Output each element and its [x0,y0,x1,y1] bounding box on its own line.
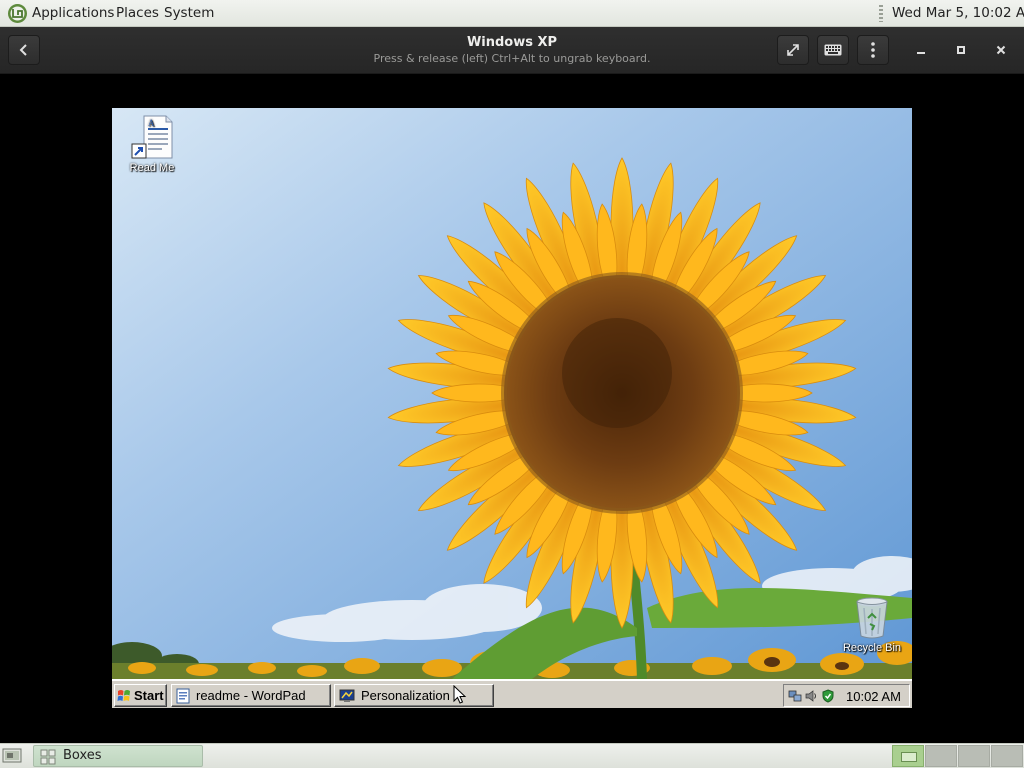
recycle-bin-icon [856,597,888,639]
workspace-window-thumb [901,752,917,762]
guest-taskbar: Start readme - WordPad Personalization 1… [112,679,912,708]
vm-display[interactable]: A Read Me Recycle Bin Start readme - Wor… [112,108,912,708]
start-label: Start [134,688,164,703]
menu-button[interactable] [857,35,889,65]
window-list-label: Boxes [63,748,102,763]
close-button[interactable] [986,35,1016,65]
show-desktop-icon[interactable] [2,747,22,765]
wordpad-icon [176,688,190,703]
top-panel: Applications Places System Wed Mar 5, 10… [0,0,1024,27]
distro-logo-icon[interactable] [7,3,28,24]
workspace-4[interactable] [991,745,1023,767]
system-menu[interactable]: System [164,5,214,21]
mouse-cursor-icon [453,685,467,704]
document-shortcut-icon: A [131,115,173,159]
boxes-app-icon [40,749,56,765]
fullscreen-icon [787,44,799,56]
windows-logo-icon [117,689,130,701]
svg-text:A: A [148,118,155,128]
recycle-bin-icon-label: Recycle Bin [842,642,902,654]
keyboard-button[interactable] [817,35,849,65]
window-list-item-boxes[interactable]: Boxes [33,745,203,767]
taskbar-item-label: Personalization [361,688,450,703]
keyboard-icon [824,44,842,56]
close-icon [996,45,1006,55]
sunflower-wallpaper [112,108,912,679]
taskbar-item-personalization[interactable]: Personalization [334,684,494,707]
workspace-1[interactable] [892,745,924,767]
workspace-3[interactable] [958,745,990,767]
back-button[interactable] [8,35,40,65]
kebab-menu-icon [871,42,875,58]
tray-clock[interactable]: 10:02 AM [846,689,901,704]
recycle-bin-desktop-icon[interactable]: Recycle Bin [837,596,907,654]
panel-clock[interactable]: Wed Mar 5, 10:02 AM [892,5,1024,21]
security-shield-icon[interactable] [821,689,835,703]
chevron-left-icon [19,44,27,56]
panel-drag-handle[interactable] [879,5,883,22]
volume-icon[interactable] [804,689,818,703]
display-settings-icon [339,689,355,702]
taskbar-item-wordpad[interactable]: readme - WordPad [171,684,331,707]
system-tray: 10:02 AM [783,684,910,707]
fullscreen-button[interactable] [777,35,809,65]
places-menu[interactable]: Places [116,5,159,21]
taskbar-item-label: readme - WordPad [196,688,306,703]
network-icon[interactable] [788,689,802,703]
readme-desktop-icon[interactable]: A Read Me [117,114,187,174]
applications-menu[interactable]: Applications [32,5,114,21]
boxes-header-bar: Windows XP Press & release (left) Ctrl+A… [0,27,1024,74]
minimize-button[interactable] [906,35,936,65]
readme-icon-label: Read Me [129,162,175,174]
vm-title: Windows XP [466,35,558,50]
minimize-icon [917,52,925,54]
start-button[interactable]: Start [114,684,167,707]
maximize-button[interactable] [946,35,976,65]
vm-subtitle: Press & release (left) Ctrl+Alt to ungra… [373,52,651,65]
workspace-2[interactable] [925,745,957,767]
maximize-icon [957,46,965,54]
bottom-panel: Boxes [0,743,1024,768]
